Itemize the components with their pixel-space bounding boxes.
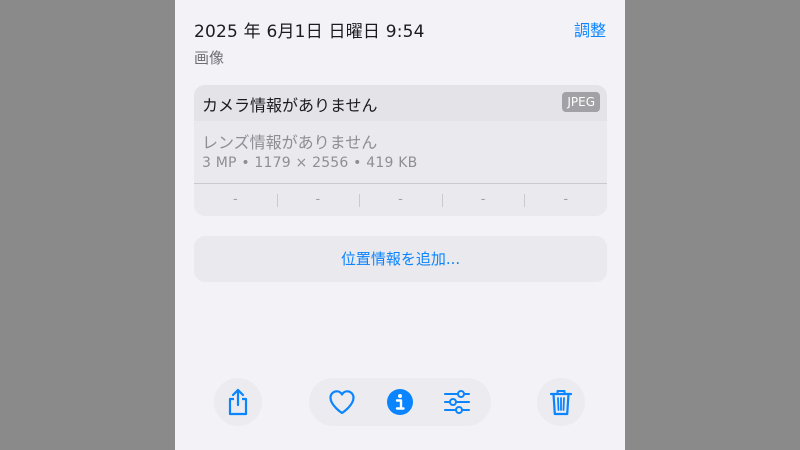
exif-aperture: - <box>441 184 525 216</box>
heart-icon <box>329 390 355 415</box>
add-location-button[interactable]: 位置情報を追加... <box>194 236 607 282</box>
format-badge: JPEG <box>562 92 600 112</box>
adjust-sliders-icon <box>444 390 470 414</box>
image-specs: 3 MP • 1179 × 2556 • 419 KB <box>202 155 418 171</box>
metadata-card: カメラ情報がありません JPEG レンズ情報がありません 3 MP • 1179… <box>194 85 607 216</box>
photo-date: 2025 年 6月1日 日曜日 9:54 <box>194 22 425 42</box>
camera-info: カメラ情報がありません <box>202 96 378 115</box>
exif-shutter: - <box>524 184 607 216</box>
adjust-date-button[interactable]: 調整 <box>574 17 606 41</box>
lens-info: レンズ情報がありません <box>202 133 378 152</box>
media-type-label: 画像 <box>194 49 225 67</box>
exif-focal-length: - <box>276 184 360 216</box>
favorite-button[interactable] <box>318 378 366 426</box>
exif-iso: - <box>232 192 238 207</box>
delete-button[interactable] <box>537 378 585 426</box>
camera-header: カメラ情報がありません JPEG <box>194 85 607 121</box>
photo-info-panel: 2025 年 6月1日 日曜日 9:54 調整 画像 カメラ情報がありません J… <box>175 0 625 450</box>
exif-row: - - - - - <box>194 183 607 216</box>
info-button[interactable] <box>376 378 424 426</box>
exif-exposure: - <box>359 184 442 216</box>
edit-button[interactable] <box>433 378 481 426</box>
share-icon <box>228 388 248 416</box>
info-icon <box>387 389 413 415</box>
share-button[interactable] <box>214 378 262 426</box>
trash-icon <box>549 390 573 416</box>
